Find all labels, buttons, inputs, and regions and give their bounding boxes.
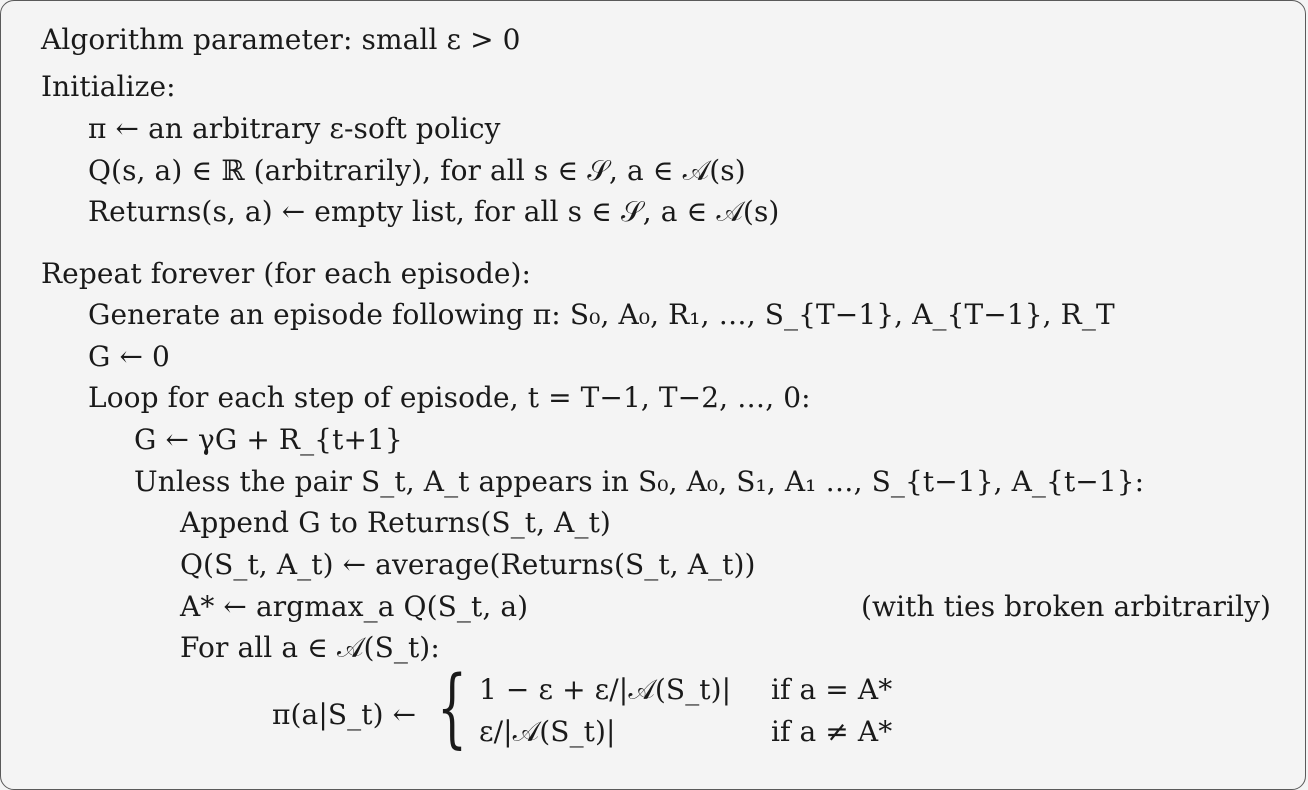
loop-line: Loop for each step of episode, t = T−1, … [88, 381, 811, 414]
case1-value: 1 − ε + ε/|𝒜(S_t)| [479, 673, 732, 706]
algorithm-box: Algorithm parameter: small ε > 0 Initial… [0, 0, 1306, 790]
repeat-line: Repeat forever (for each episode): [41, 257, 532, 290]
append-line: Append G to Returns(S_t, A_t) [180, 506, 611, 539]
left-brace: { [437, 658, 468, 758]
init-pi-line: π ← an arbitrary ε-soft policy [88, 112, 501, 145]
g-update-line: G ← γG + R_{t+1} [134, 423, 403, 456]
case2-cond: if a ≠ A* [771, 715, 893, 748]
ties-note: (with ties broken arbitrarily) [861, 590, 1272, 623]
generate-line: Generate an episode following π: S₀, A₀,… [88, 298, 1115, 331]
case1-cond: if a = A* [771, 673, 893, 706]
g-init-line: G ← 0 [88, 340, 170, 373]
pi-lhs: π(a|S_t) ← [272, 698, 417, 731]
a-star-line: A* ← argmax_a Q(S_t, a) [180, 590, 529, 623]
init-q-line: Q(s, a) ∈ ℝ (arbitrarily), for all s ∈ 𝒮… [88, 154, 746, 187]
unless-line: Unless the pair S_t, A_t appears in S₀, … [134, 465, 1145, 498]
case2-value: ε/|𝒜(S_t)| [479, 715, 616, 748]
q-update-line: Q(S_t, A_t) ← average(Returns(S_t, A_t)) [180, 548, 756, 581]
for-all-line: For all a ∈ 𝒜(S_t): [180, 631, 440, 664]
param-line: Algorithm parameter: small ε > 0 [41, 23, 521, 56]
init-header: Initialize: [41, 70, 176, 103]
init-returns-line: Returns(s, a) ← empty list, for all s ∈ … [88, 195, 780, 228]
